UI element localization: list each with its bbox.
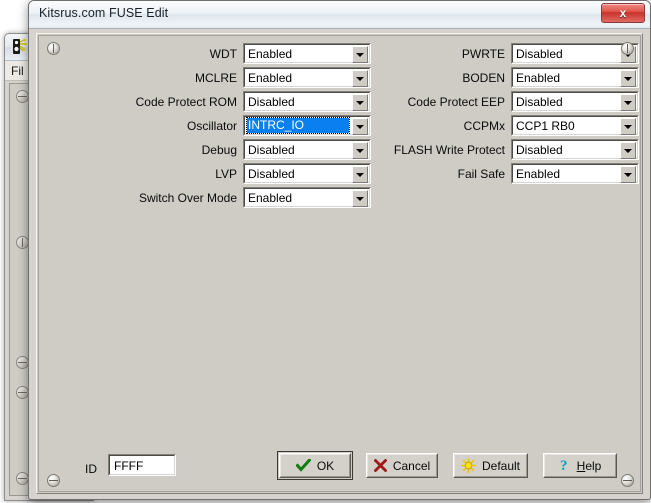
fuse-row-wdt: WDT Enabled <box>81 42 371 65</box>
fuse-row-oscillator: Oscillator INTRC_IO <box>81 114 371 137</box>
fuse-label: CCPMx <box>464 119 511 133</box>
screw-decoration <box>621 42 634 55</box>
cancel-button[interactable]: Cancel <box>366 453 438 478</box>
fuse-label: Switch Over Mode <box>139 191 243 205</box>
id-label: ID <box>85 462 97 476</box>
fuse-label: Code Protect EEP <box>408 95 511 109</box>
sun-icon <box>461 458 476 473</box>
fuse-combo-code-protect-rom[interactable]: Disabled <box>243 91 371 112</box>
chevron-down-icon[interactable] <box>620 94 636 111</box>
fuse-label: LVP <box>215 167 243 181</box>
default-button[interactable]: Default <box>453 453 528 478</box>
fuse-row-fail-safe: Fail Safe Enabled <box>389 162 639 185</box>
screenshot-root: Fil Kitsrus.com FUSE Edit x WD <box>0 0 651 503</box>
fuse-combo-fail-safe[interactable]: Enabled <box>511 163 639 184</box>
close-button[interactable]: x <box>601 3 645 23</box>
question-mark-icon: ? <box>559 458 571 473</box>
chevron-down-icon[interactable] <box>620 70 636 87</box>
x-icon <box>374 459 387 472</box>
fuse-combo-value: Enabled <box>516 71 617 85</box>
fuse-row-flash-write-protect: FLASH Write Protect Disabled <box>389 138 639 161</box>
fuse-combo-value: Disabled <box>516 47 617 61</box>
fuse-combo-wdt[interactable]: Enabled <box>243 43 371 64</box>
fuse-row-boden: BODEN Enabled <box>389 66 639 89</box>
default-button-label: Default <box>482 459 520 473</box>
chip-icon <box>11 38 28 55</box>
check-icon <box>296 459 311 472</box>
fuse-combo-code-protect-eep[interactable]: Disabled <box>511 91 639 112</box>
fuse-combo-boden[interactable]: Enabled <box>511 67 639 88</box>
chevron-down-icon[interactable] <box>352 166 368 183</box>
fuse-row-code-protect-rom: Code Protect ROM Disabled <box>81 90 371 113</box>
chevron-down-icon[interactable] <box>352 118 368 135</box>
fuse-label: MCLRE <box>195 71 243 85</box>
fuse-label: BODEN <box>462 71 511 85</box>
fuse-combo-value: Enabled <box>516 167 617 181</box>
fuse-combo-mclre[interactable]: Enabled <box>243 67 371 88</box>
fuse-combo-flash-write-protect[interactable]: Disabled <box>511 139 639 160</box>
fuse-combo-value: Enabled <box>248 47 349 61</box>
chevron-down-icon[interactable] <box>352 190 368 207</box>
fuse-row-debug: Debug Disabled <box>81 138 371 161</box>
fuse-label: PWRTE <box>462 47 511 61</box>
fuse-row-lvp: LVP Disabled <box>81 162 371 185</box>
fuse-column-right: PWRTE Disabled BODEN Enabled <box>389 42 639 186</box>
fuse-combo-value: CCP1 RB0 <box>516 119 617 133</box>
fuse-combo-value: Disabled <box>516 95 617 109</box>
fuse-combo-value: Disabled <box>248 95 349 109</box>
fuse-combo-value: Disabled <box>516 143 617 157</box>
help-button[interactable]: ? Help <box>543 453 617 478</box>
fuse-column-left: WDT Enabled MCLRE Enabled <box>81 42 371 210</box>
svg-text:?: ? <box>560 458 568 473</box>
ok-button-label: OK <box>317 459 334 473</box>
fuse-combo-lvp[interactable]: Disabled <box>243 163 371 184</box>
screw-decoration <box>47 42 60 55</box>
help-label-rest: elp <box>585 459 601 473</box>
id-input-value: FFFF <box>114 459 143 473</box>
ok-button[interactable]: OK <box>279 453 351 478</box>
fuse-combo-value: Disabled <box>248 167 349 181</box>
fuse-row-pwrte: PWRTE Disabled <box>389 42 639 65</box>
fuse-label: FLASH Write Protect <box>394 143 511 157</box>
fuse-edit-dialog: Kitsrus.com FUSE Edit x WDT Enabled <box>28 0 651 500</box>
chevron-down-icon[interactable] <box>352 94 368 111</box>
screw-decoration <box>621 474 634 487</box>
chevron-down-icon[interactable] <box>620 142 636 159</box>
fuse-label: Code Protect ROM <box>136 95 243 109</box>
fuse-combo-oscillator[interactable]: INTRC_IO <box>243 115 371 136</box>
chevron-down-icon[interactable] <box>620 166 636 183</box>
fuse-combo-value: INTRC_IO <box>247 118 349 133</box>
fuse-combo-ccpmx[interactable]: CCP1 RB0 <box>511 115 639 136</box>
fuse-combo-value: Enabled <box>248 191 349 205</box>
fuse-combo-value: Enabled <box>248 71 349 85</box>
fuse-label: Debug <box>202 143 243 157</box>
dialog-button-bar: ID FFFF OK <box>37 453 642 483</box>
fuse-row-ccpmx: CCPMx CCP1 RB0 <box>389 114 639 137</box>
fuse-combo-value: Disabled <box>248 143 349 157</box>
fuse-row-mclre: MCLRE Enabled <box>81 66 371 89</box>
chevron-down-icon[interactable] <box>352 70 368 87</box>
dialog-panel: WDT Enabled MCLRE Enabled <box>36 33 643 494</box>
fuse-label: Fail Safe <box>458 167 511 181</box>
fuse-row-switch-over-mode: Switch Over Mode Enabled <box>81 186 371 209</box>
fuse-combo-pwrte[interactable]: Disabled <box>511 43 639 64</box>
chevron-down-icon[interactable] <box>352 46 368 63</box>
screw-decoration <box>47 474 60 487</box>
chevron-down-icon[interactable] <box>620 118 636 135</box>
fuse-row-code-protect-eep: Code Protect EEP Disabled <box>389 90 639 113</box>
chevron-down-icon[interactable] <box>352 142 368 159</box>
fuse-combo-switch-over-mode[interactable]: Enabled <box>243 187 371 208</box>
fuse-label: WDT <box>210 47 243 61</box>
close-icon: x <box>602 6 644 21</box>
fuse-label: Oscillator <box>187 119 243 133</box>
fuse-combo-debug[interactable]: Disabled <box>243 139 371 160</box>
help-button-label: Help <box>577 459 602 473</box>
dialog-titlebar[interactable]: Kitsrus.com FUSE Edit x <box>29 1 650 29</box>
dialog-title: Kitsrus.com FUSE Edit <box>39 6 168 20</box>
id-input[interactable]: FFFF <box>108 454 176 476</box>
cancel-button-label: Cancel <box>393 459 430 473</box>
